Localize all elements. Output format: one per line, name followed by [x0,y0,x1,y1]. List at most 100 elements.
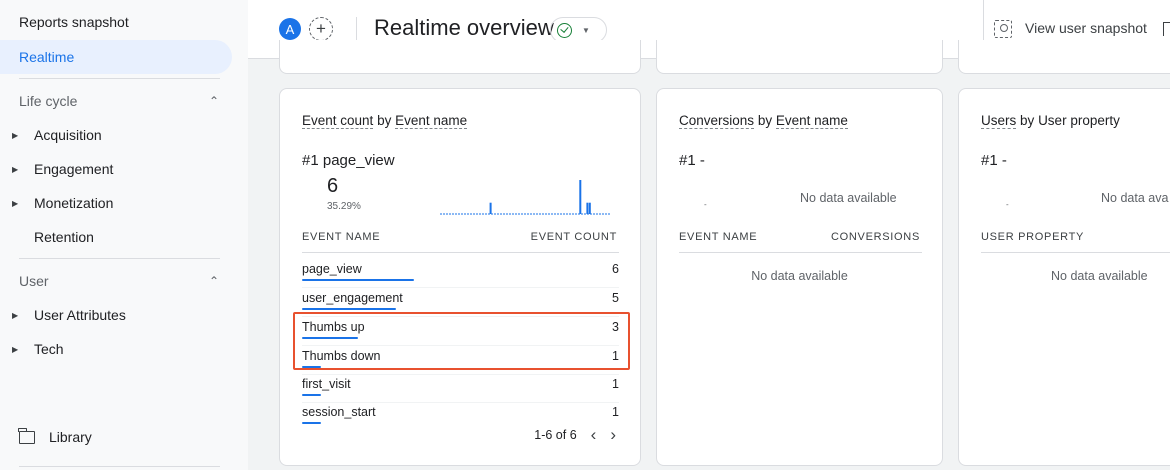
metric-label[interactable]: Event count [302,113,374,129]
row-event-name: session_start [302,405,376,419]
row-share-bar [302,279,414,281]
section-label: Life cycle [19,93,78,109]
header-divider [679,252,922,253]
row-event-name: user_engagement [302,291,403,305]
title-by: by [377,113,392,128]
table-row[interactable]: Thumbs down 1 [302,346,619,375]
user-snapshot-icon[interactable] [994,20,1012,38]
sidebar-item-label: Engagement [34,161,114,177]
top-item: #1 - [981,152,1007,169]
title-by: by [757,113,773,128]
row-event-count: 1 [612,349,619,363]
card-title: Conversions by Event name [679,113,848,129]
sparkline-bar [586,202,589,214]
row-event-count: 3 [612,320,619,334]
add-comparison-button[interactable]: + [309,17,333,41]
sidebar-item-label: Realtime [19,49,75,65]
sidebar-item-monetization[interactable]: ▶ Monetization [12,186,113,220]
table-no-data: No data available [751,269,848,283]
view-user-snapshot-button[interactable]: View user snapshot [1025,20,1147,36]
row-share-bar [302,337,358,339]
header-divider [981,252,1170,253]
column-header-event-count[interactable]: EVENT COUNT [531,231,617,243]
chart-no-data: No data ava [1101,191,1169,205]
top-item: #1 page_view [302,152,395,169]
pagination: 1-6 of 6 ‹ › [534,426,616,443]
sidebar-item-library[interactable]: Library [18,420,92,454]
event-count-card: Event count by Event name #1 page_view 6… [279,88,641,466]
row-event-count: 6 [612,262,619,276]
expand-arrow-icon: ▶ [12,164,19,174]
sidebar-item-label: Tech [34,341,64,357]
row-share-bar [302,394,321,396]
chart-no-data: No data available [800,191,897,205]
table-row[interactable]: user_engagement 5 [302,288,619,317]
comparison-avatar[interactable]: A [279,18,301,40]
sparkline-bar [588,202,591,214]
row-event-count: 1 [612,377,619,391]
rank-label: #1 [679,152,696,169]
rank-label: #1 [302,152,319,169]
sidebar-section-user[interactable]: User ⌃ [19,264,219,298]
card-stub [958,40,1170,74]
sparkline-bar [579,180,582,214]
sidebar-item-engagement[interactable]: ▶ Engagement [12,152,113,186]
top-item-name: - [1001,152,1007,169]
row-event-name: Thumbs down [302,349,381,363]
row-event-name: page_view [302,262,362,276]
folder-icon [18,427,35,444]
column-header-event-name[interactable]: EVENT NAME [679,231,757,243]
chevron-left-icon[interactable]: ‹ [591,426,597,443]
check-circle-icon [557,22,572,38]
rank-label: #1 [981,152,998,169]
dimension-label[interactable]: User property [1038,113,1120,128]
card-stub [279,40,641,74]
table-row[interactable]: Thumbs up 3 [302,317,619,346]
column-header-conversions[interactable]: CONVERSIONS [831,231,920,243]
column-header-event-name[interactable]: EVENT NAME [302,231,380,243]
expand-arrow-icon: ▶ [12,344,19,354]
sidebar-item-retention[interactable]: Retention [12,220,94,254]
dimension-label[interactable]: Event name [395,113,468,129]
top-item-name: page_view [322,152,395,169]
row-share-bar [302,308,396,310]
row-share-bar [302,422,321,424]
sidebar-item-tech[interactable]: ▶ Tech [12,332,64,366]
table-row[interactable]: first_visit 1 [302,374,619,403]
table-row[interactable]: page_view 6 [302,259,619,288]
sidebar-item-user-attributes[interactable]: ▶ User Attributes [12,298,126,332]
expand-arrow-icon: ▶ [12,130,19,140]
sidebar-item-label: Monetization [34,195,114,211]
chevron-up-icon: ⌃ [208,94,219,108]
row-share-bar [302,366,321,368]
sidebar-section-lifecycle[interactable]: Life cycle ⌃ [19,84,219,118]
sidebar-item-reports-snapshot[interactable]: Reports snapshot [19,5,129,39]
sidebar-item-acquisition[interactable]: ▶ Acquisition [12,118,102,152]
sidebar-divider [19,258,220,259]
top-item-name: - [699,152,705,169]
empty-value: - [704,200,707,209]
page-title: Realtime overview [374,15,554,40]
card-stub [656,40,943,74]
expand-arrow-icon: ▶ [12,198,19,208]
top-item-count: 6 [327,175,339,197]
fullscreen-icon[interactable] [1163,22,1170,36]
row-event-count: 1 [612,405,619,419]
metric-label[interactable]: Conversions [679,113,755,129]
caret-down-icon: ▼ [582,25,590,35]
sidebar-item-label: Reports snapshot [19,14,129,30]
pagination-label: 1-6 of 6 [534,427,577,442]
sidebar-item-realtime[interactable]: Realtime [0,40,232,74]
column-header-user-property[interactable]: USER PROPERTY [981,231,1084,243]
chevron-right-icon[interactable]: › [610,426,616,443]
section-label: User [19,273,49,289]
expand-arrow-icon: ▶ [12,310,19,320]
users-card: Users by User property #1 - - No data av… [958,88,1170,466]
chevron-up-icon: ⌃ [208,274,219,288]
row-event-count: 5 [612,291,619,305]
sidebar-item-label: Acquisition [34,127,102,143]
conversions-card: Conversions by Event name #1 - - No data… [656,88,943,466]
dimension-label[interactable]: Event name [775,113,848,129]
metric-label[interactable]: Users [981,113,1017,129]
sidebar: Reports snapshot Realtime Life cycle ⌃ ▶… [0,0,248,470]
